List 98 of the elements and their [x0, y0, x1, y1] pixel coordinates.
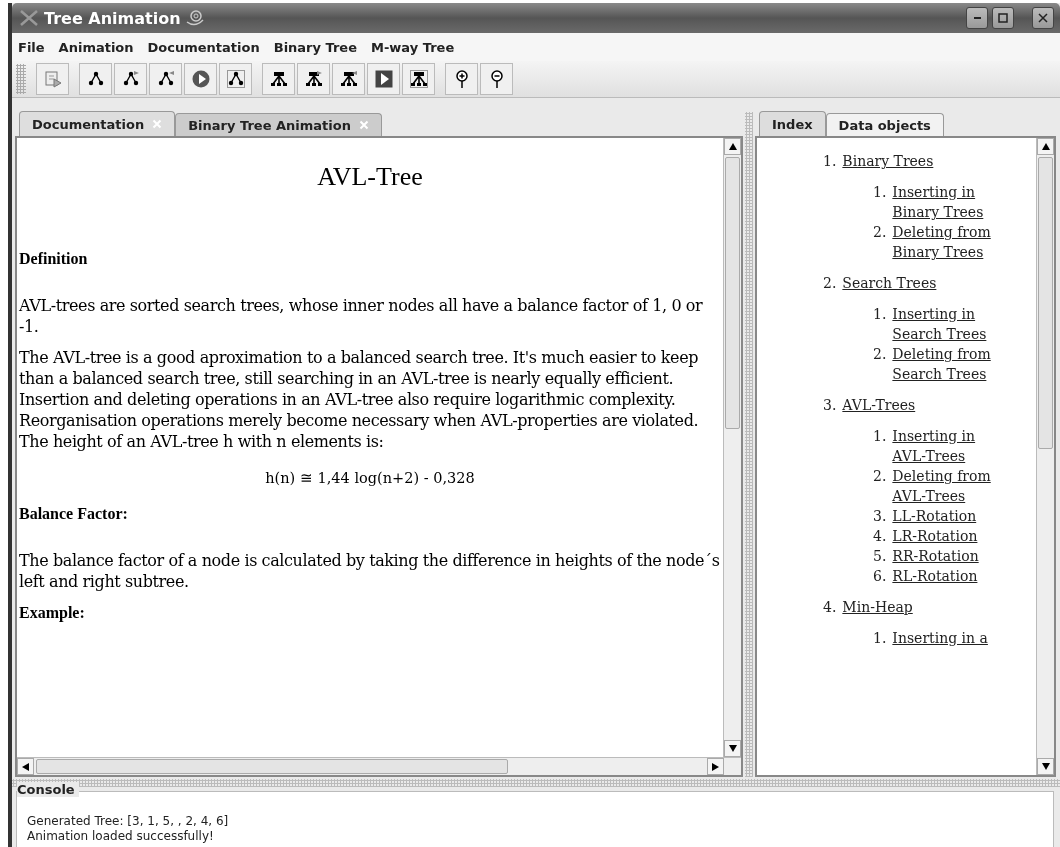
index-link[interactable]: LR-Rotation	[892, 526, 1013, 546]
list-number: 1.	[873, 305, 887, 324]
scroll-left-button[interactable]	[17, 758, 34, 775]
down-arrow-icon	[1041, 763, 1050, 770]
scroll-up-button[interactable]	[724, 138, 741, 155]
menu-item[interactable]: M-way Tree	[371, 39, 455, 55]
section-heading: Definition	[19, 249, 89, 269]
toolbar-button[interactable]	[402, 63, 435, 95]
index-link[interactable]: Inserting in Binary Trees	[892, 182, 1013, 222]
console-line: Generated Tree: [3, 1, 5, , 2, 4, 6]	[27, 814, 230, 829]
toolbar-button[interactable]	[184, 63, 217, 95]
play-icon	[373, 69, 394, 89]
app-icon	[18, 9, 40, 27]
down-arrow-icon	[728, 745, 737, 752]
list-number: 2.	[823, 274, 837, 293]
list-number: 5.	[873, 547, 887, 566]
multiway-tree-icon	[338, 69, 359, 89]
list-number: 6.	[873, 567, 887, 586]
index-link[interactable]: Inserting in a	[892, 628, 1013, 648]
section-heading: Balance Factor:	[19, 504, 129, 524]
index-link[interactable]: RR-Rotation	[892, 546, 1013, 566]
document-icon	[42, 69, 63, 89]
toolbar-button[interactable]	[445, 63, 478, 95]
paragraph: The balance factor of a node is calculated by taking the difference in heights of the node´s left and right subtree.	[19, 550, 721, 592]
toolbar-button[interactable]	[332, 63, 365, 95]
tab[interactable]: Index	[759, 111, 826, 136]
scroll-thumb[interactable]	[725, 157, 740, 429]
menu-item[interactable]: File	[18, 39, 45, 55]
formula: h(n) ≅ 1,44 log(n+2) - 0,328	[264, 469, 476, 488]
list-number: 4.	[823, 598, 837, 617]
menu-item[interactable]: Animation	[58, 39, 134, 55]
paragraph: The AVL-tree is a good aproximation to a balanced search tree. It's much easier to keep than a balanced search tree, still searching in an AVL-tree is nearly equally efficient. Insertion and deleting operations in an AVL-tree also require logarithmic complexity. Reorganisation operations merely become necessary when AVL-properties are violated. The height of an AVL-tree h with n elements is:	[19, 347, 700, 452]
list-number: 2.	[873, 467, 887, 486]
toolbar-button[interactable]	[367, 63, 400, 95]
index-link[interactable]: Binary Trees	[842, 150, 934, 172]
list-number: 4.	[873, 527, 887, 546]
list-number: 2.	[873, 223, 887, 242]
swirl-icon	[184, 8, 205, 28]
toolbar-grip[interactable]	[16, 64, 26, 94]
scroll-right-button[interactable]	[707, 758, 724, 775]
list-number: 1.	[873, 629, 887, 648]
index-link[interactable]: Deleting from Binary Trees	[892, 222, 1013, 262]
console-line: Animation loaded successfully!	[27, 829, 215, 844]
list-number: 3.	[873, 507, 887, 526]
toolbar-button[interactable]	[480, 63, 513, 95]
up-arrow-icon	[728, 143, 737, 150]
minimize-button[interactable]	[966, 7, 988, 29]
list-number: 1.	[873, 183, 887, 202]
toolbar-button[interactable]	[114, 63, 147, 95]
close-icon	[1038, 13, 1048, 23]
up-arrow-icon	[1041, 143, 1050, 150]
index-link[interactable]: Search Trees	[842, 272, 937, 294]
play-icon	[190, 69, 211, 89]
list-number: 1.	[823, 152, 837, 171]
paragraph: AVL-trees are sorted search trees, whose inner nodes all have a balance factor of 1, 0 or -1.	[19, 295, 704, 337]
toolbar-button[interactable]	[79, 63, 112, 95]
scroll-up-button[interactable]	[1037, 138, 1054, 155]
tree-icon	[225, 69, 246, 89]
list-number: 2.	[873, 345, 887, 364]
maximize-button[interactable]	[992, 7, 1014, 29]
list-number: 1.	[873, 427, 887, 446]
toolbar-button[interactable]	[262, 63, 295, 95]
horizontal-scrollbar[interactable]	[17, 757, 741, 775]
toolbar-button[interactable]	[149, 63, 182, 95]
toolbar-button[interactable]	[297, 63, 330, 95]
minimize-icon	[973, 17, 981, 19]
tab[interactable]: Binary Tree Animation	[175, 113, 382, 136]
index-link[interactable]: LL-Rotation	[892, 506, 1013, 526]
multiway-tree-icon	[303, 69, 324, 89]
maximize-icon	[998, 13, 1008, 23]
window-title: Tree Animation	[44, 8, 181, 28]
index-link[interactable]: Inserting in AVL-Trees	[892, 426, 1013, 466]
index-link[interactable]: Deleting from AVL-Trees	[892, 466, 1013, 506]
index-link[interactable]: AVL-Trees	[842, 394, 916, 416]
index-link[interactable]: Deleting from Search Trees	[892, 344, 1013, 384]
menu-item[interactable]: Binary Tree	[273, 39, 357, 55]
multiway-tree-icon	[268, 69, 289, 89]
scroll-thumb[interactable]	[1038, 157, 1053, 449]
console-title: Console	[17, 782, 79, 797]
right-arrow-icon	[712, 762, 719, 771]
tab[interactable]: Data objects	[825, 113, 944, 136]
tab[interactable]: Documentation	[19, 111, 176, 136]
left-arrow-icon	[22, 762, 29, 771]
close-button[interactable]	[1032, 7, 1054, 29]
document-title: AVL-Tree	[316, 162, 424, 192]
vertical-scrollbar[interactable]	[1036, 138, 1054, 775]
vertical-scrollbar[interactable]	[723, 138, 741, 757]
index-link[interactable]: Inserting in Search Trees	[892, 304, 1013, 344]
scroll-down-button[interactable]	[724, 740, 741, 757]
toolbar-button[interactable]	[219, 63, 252, 95]
scroll-down-button[interactable]	[1037, 758, 1054, 775]
multiway-tree-icon	[408, 69, 429, 89]
menu-item[interactable]: Documentation	[147, 39, 260, 55]
scroll-thumb[interactable]	[36, 759, 508, 774]
index-link[interactable]: RL-Rotation	[892, 566, 1013, 586]
section-heading: Example:	[19, 603, 86, 623]
list-number: 3.	[823, 396, 837, 415]
index-link[interactable]: Min-Heap	[842, 596, 913, 618]
